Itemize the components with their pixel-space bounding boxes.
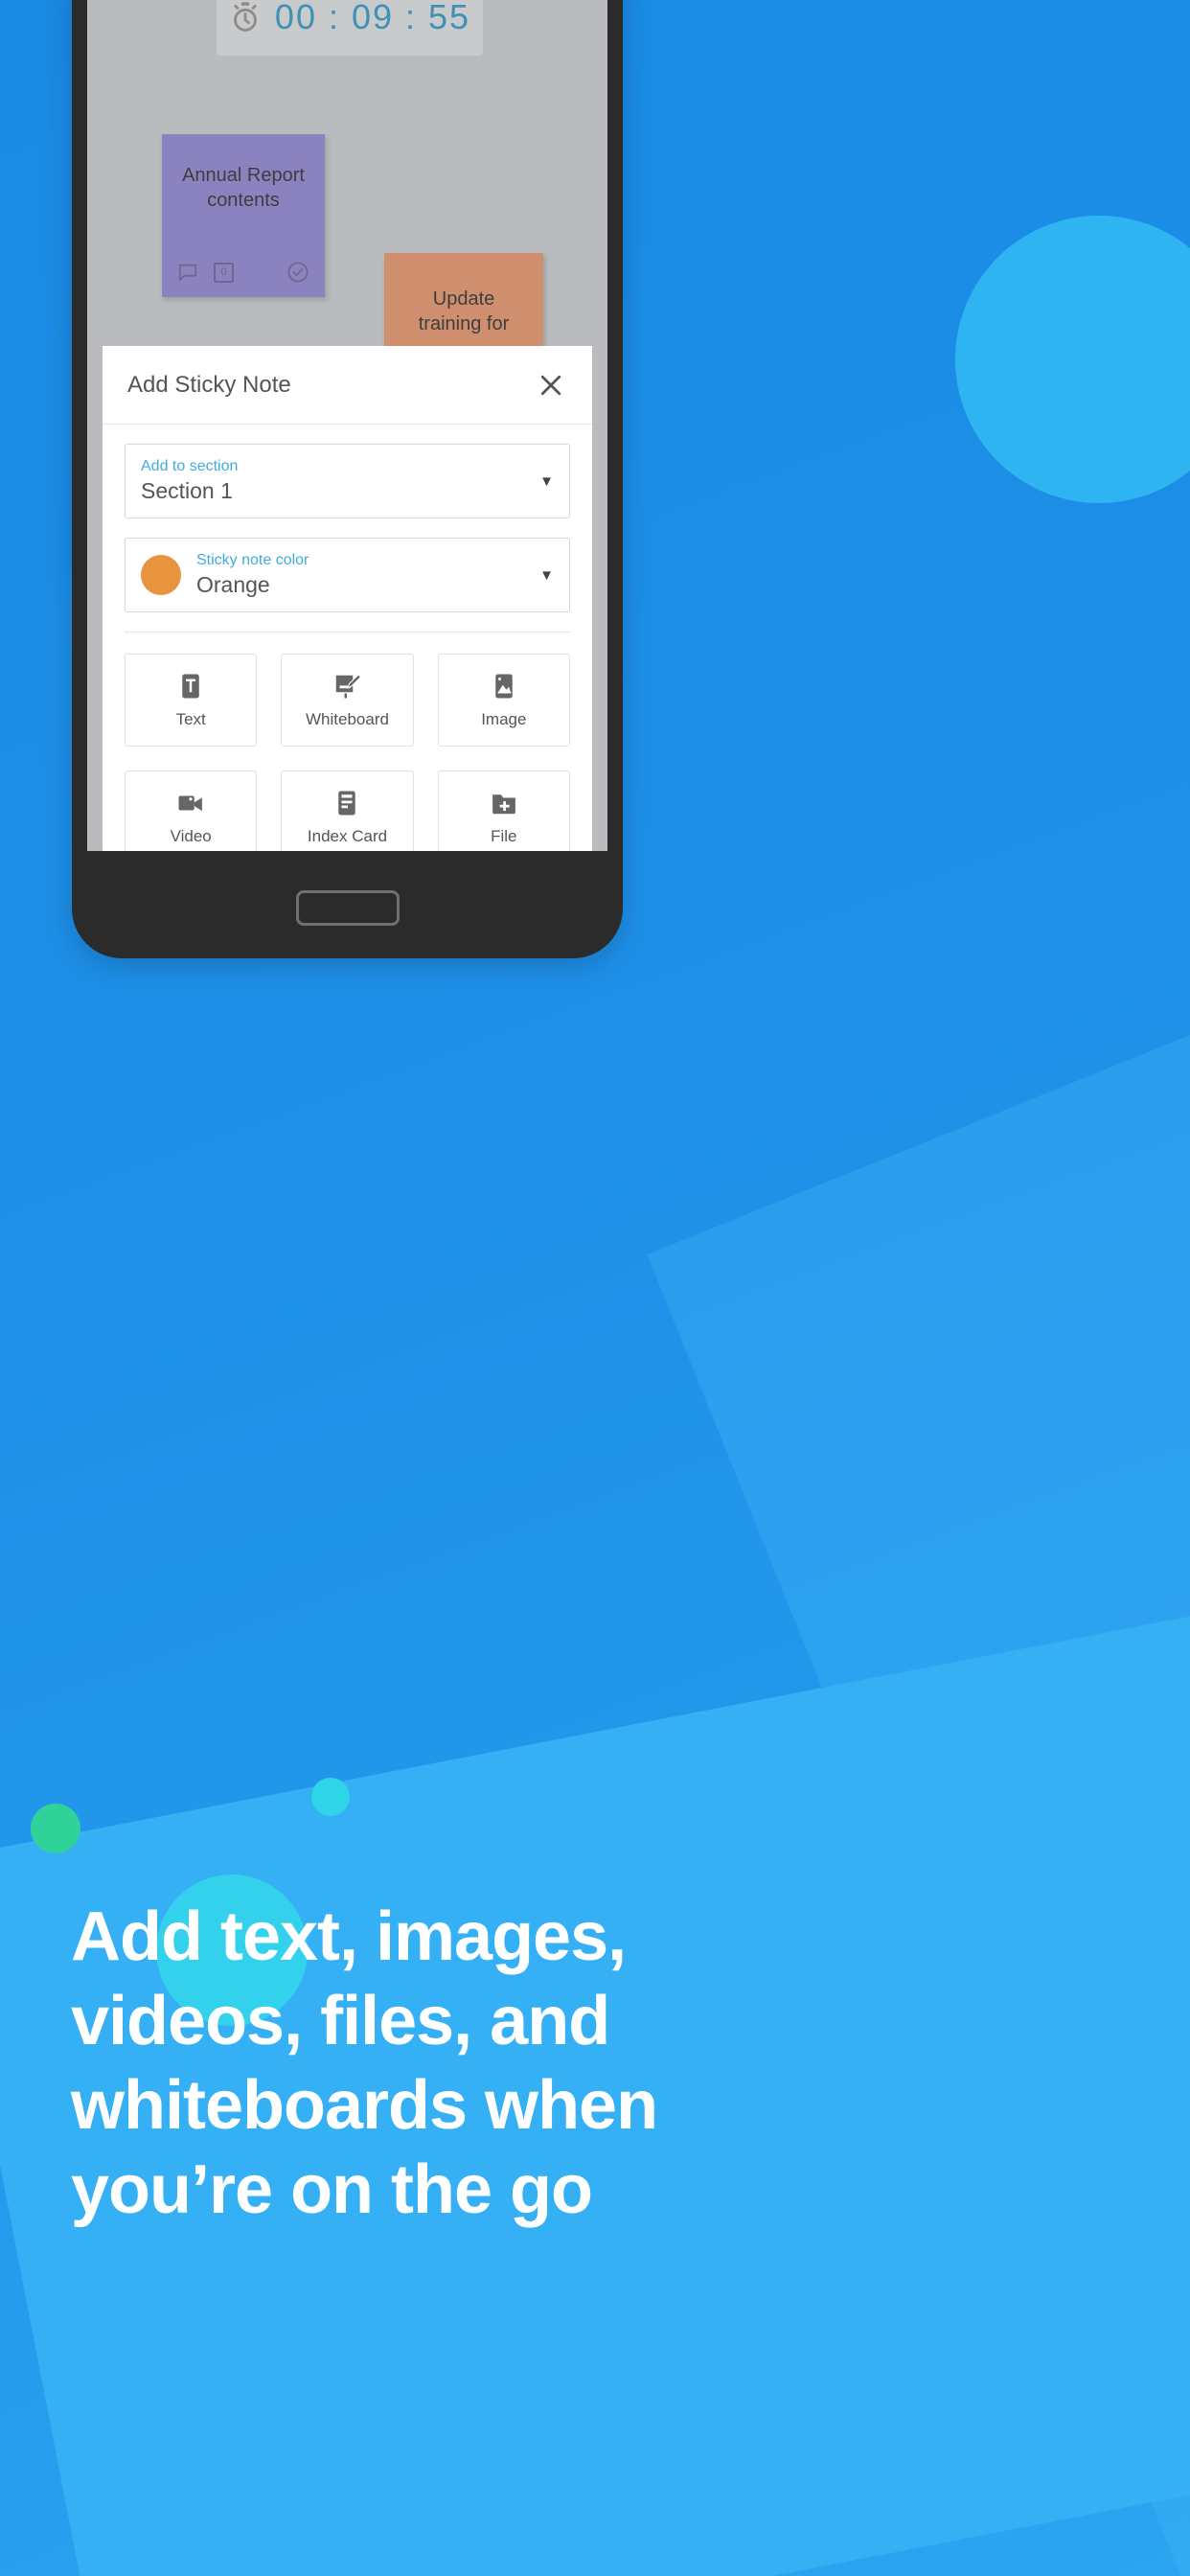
- session-timer[interactable]: 00 : 09 : 55: [217, 0, 483, 56]
- headline-line-3: whiteboards when: [71, 2067, 658, 2144]
- tile-whiteboard-label: Whiteboard: [306, 709, 389, 728]
- attachment-count-icon[interactable]: 0: [214, 262, 234, 283]
- section-select[interactable]: Add to section Section 1 ▼: [125, 444, 570, 518]
- color-select[interactable]: Sticky note color Orange ▼: [125, 538, 570, 612]
- tile-image-label: Image: [481, 709, 527, 728]
- close-x-glyph: [540, 375, 561, 395]
- add-sticky-note-modal: Add Sticky Note Add to section Section 1…: [103, 346, 592, 851]
- stopwatch-icon: [234, 2, 257, 32]
- image-icon: [495, 674, 513, 698]
- chevron-down-icon[interactable]: ▼: [539, 567, 554, 584]
- content-type-grid: Text Whiteboard Image Video Index Card F…: [125, 654, 570, 851]
- phone-mockup: 00 : 09 : 55 Annual Report contents 0 Up…: [72, 0, 623, 958]
- chevron-down-icon[interactable]: ▼: [539, 473, 554, 490]
- phone-screen: 00 : 09 : 55 Annual Report contents 0 Up…: [87, 0, 607, 851]
- decorative-circle-teal-small: [311, 1778, 350, 1816]
- sticky-note-footer: 0: [162, 261, 325, 284]
- modal-body: Add to section Section 1 ▼ Sticky note c…: [103, 425, 592, 851]
- color-swatch: [141, 555, 181, 595]
- color-select-value: Orange: [196, 572, 270, 598]
- tile-text[interactable]: Text: [125, 654, 258, 747]
- tile-image[interactable]: Image: [437, 654, 570, 747]
- tile-file[interactable]: File: [437, 770, 570, 851]
- headline-line-2: videos, files, and: [71, 1983, 610, 2059]
- decorative-circle-green: [31, 1804, 80, 1853]
- comment-icon[interactable]: [177, 262, 198, 283]
- tile-video[interactable]: Video: [125, 770, 258, 851]
- tile-whiteboard[interactable]: Whiteboard: [281, 654, 414, 747]
- color-select-texts: Sticky note color Orange: [196, 550, 539, 600]
- tile-index-card[interactable]: Index Card: [281, 770, 414, 851]
- file-add-icon: [492, 794, 515, 814]
- page-headline: Add text, images, videos, files, and whi…: [71, 1902, 1115, 2240]
- tile-index-card-label: Index Card: [307, 826, 388, 845]
- attachment-count-value: 0: [220, 266, 227, 278]
- timer-value: 00 : 09 : 55: [274, 0, 471, 36]
- home-button[interactable]: [295, 890, 400, 926]
- text-icon: [182, 674, 199, 698]
- check-circle-icon[interactable]: [286, 261, 309, 284]
- decorative-circle-right: [955, 216, 1190, 503]
- modal-title: Add Sticky Note: [127, 371, 291, 398]
- section-select-value: Section 1: [141, 478, 233, 504]
- tile-video-label: Video: [170, 826, 212, 845]
- headline-line-4: you’re on the go: [71, 2151, 593, 2228]
- modal-header: Add Sticky Note: [103, 346, 592, 425]
- tile-text-label: Text: [175, 709, 206, 728]
- index-card-icon: [338, 791, 356, 815]
- color-select-label: Sticky note color: [196, 551, 309, 568]
- sticky-note-text: Update training for: [418, 288, 510, 335]
- headline-line-1: Add text, images,: [71, 1898, 627, 1975]
- tile-file-label: File: [491, 826, 517, 845]
- whiteboard-icon: [336, 673, 362, 698]
- video-icon: [178, 795, 203, 811]
- close-icon[interactable]: [535, 369, 567, 402]
- sticky-note-text: Annual Report contents: [182, 165, 305, 212]
- sticky-note-purple[interactable]: Annual Report contents 0: [162, 134, 325, 297]
- section-select-texts: Add to section Section 1: [141, 456, 539, 506]
- section-select-label: Add to section: [141, 457, 239, 474]
